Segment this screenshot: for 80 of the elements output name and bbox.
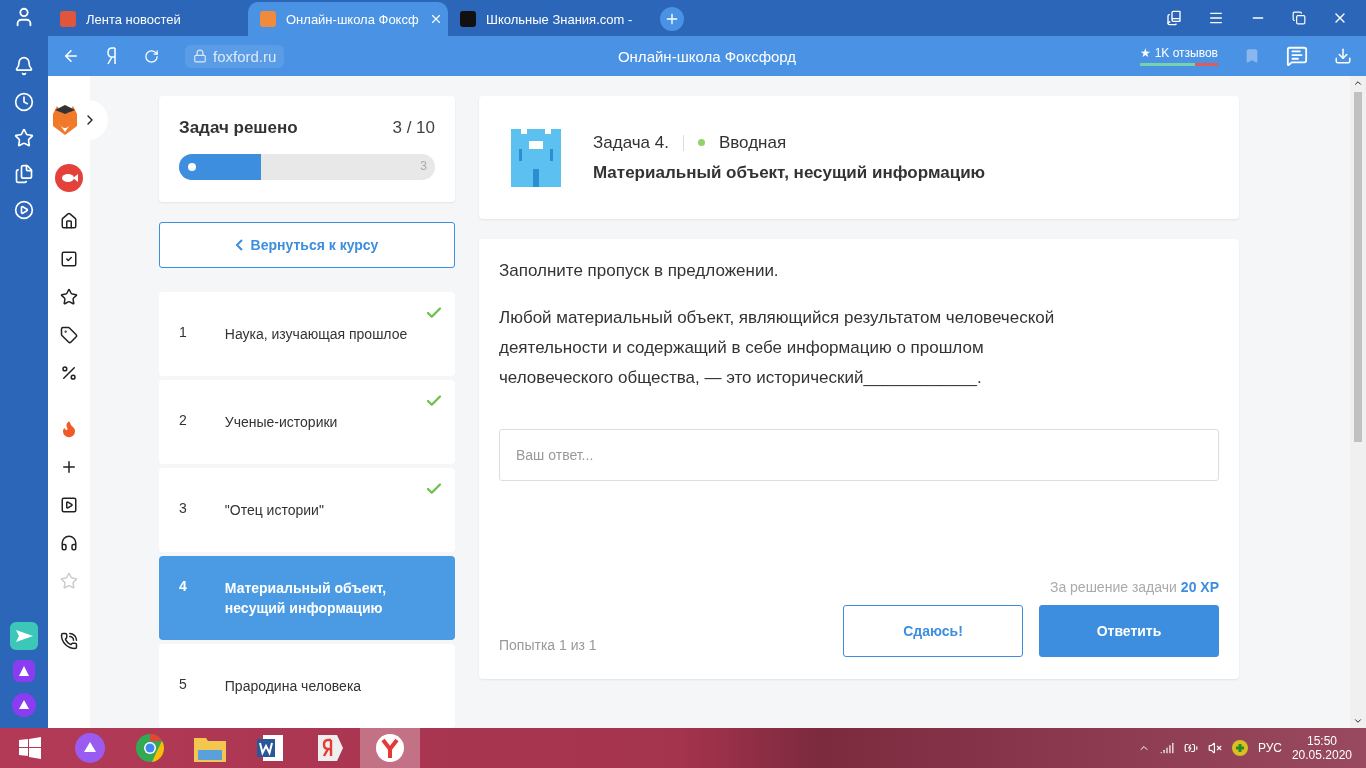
level-dot [697,139,705,146]
bookmarks-icon[interactable] [1166,10,1182,26]
bell-icon[interactable] [14,56,34,76]
chevron-left-icon [235,239,243,251]
battery-icon[interactable] [1183,741,1198,755]
task-title: Прародина человека [224,677,363,696]
scroll-down-icon[interactable] [1353,716,1363,726]
language-indicator[interactable]: РУС [1257,741,1282,755]
clock-icon[interactable] [14,92,34,112]
favicon-icon [460,11,476,27]
castle-icon [511,128,561,187]
signal-icon[interactable] [1159,741,1174,755]
progress-title: Задач решено [179,118,298,138]
instruction-text: Заполните пропуск в предложении. [499,261,780,281]
reload-icon[interactable] [144,48,159,64]
fish-icon[interactable] [55,164,83,192]
progress-handle [188,163,196,171]
tray-app-icon[interactable] [1231,740,1248,756]
checkbox-icon[interactable] [60,250,78,268]
home-icon[interactable] [60,212,78,230]
browser-tab[interactable]: Лента новостей [48,2,248,36]
fox-avatar-icon [50,104,80,136]
submit-button[interactable]: Ответить [1039,605,1219,657]
scrollbar[interactable] [1350,76,1366,728]
answer-field[interactable]: Ваш ответ... [499,429,1219,481]
clock[interactable]: 15:50 20.05.2020 [1291,734,1352,762]
video-icon[interactable] [60,496,78,514]
assistant-icon[interactable] [11,658,37,684]
star-icon[interactable] [60,288,78,306]
download-icon[interactable] [1334,47,1352,65]
play-icon[interactable] [14,200,34,220]
task-label: Задача 4. [593,132,669,153]
assistant-icon[interactable] [11,692,37,718]
task-title: Материальный объект, несущий информацию [224,579,388,618]
reviews-link[interactable]: ★ 1K отзывов [1140,46,1218,66]
favicon-icon [260,11,276,27]
plus-icon [664,11,680,27]
give-up-button[interactable]: Сдаюсь! [843,605,1023,657]
page-title: Онлайн-школа Фоксфорд [617,47,797,65]
task-title: Материальный объект, несущий информацию [593,162,986,183]
task-title: "Отец истории" [224,501,325,520]
collections-icon[interactable] [14,164,34,184]
menu-icon[interactable] [1208,10,1224,26]
scroll-up-icon[interactable] [1353,78,1363,88]
task-number: 5 [179,676,187,694]
task-list-item[interactable]: 2 Ученые-историки [159,380,455,464]
restore-icon[interactable] [1292,11,1306,25]
task-title: Ученые-историки [224,413,339,432]
task-number: 2 [179,412,187,430]
volume-muted-icon[interactable] [1207,741,1222,755]
task-list-item[interactable]: 3 "Отец истории" [159,468,455,552]
back-to-course-button[interactable]: Вернуться к курсу [159,222,455,268]
feedback-icon[interactable] [1286,45,1308,67]
favicon-icon [60,11,76,27]
task-list-item[interactable]: 1 Наука, изучающая прошлое [159,292,455,376]
new-tab-button[interactable] [660,7,684,31]
task-list-item[interactable]: 4 Материальный объект, несущий информацию [159,556,455,640]
task-number: 1 [179,324,187,342]
progress-count: 3 / 10 [392,118,435,138]
percent-icon[interactable] [60,364,78,382]
back-icon[interactable] [62,47,80,65]
task-title: Наука, изучающая прошлое [224,325,409,344]
task-number: 4 [179,578,187,596]
progress-end-label: 3 [420,159,427,173]
task-number: 3 [179,500,187,518]
tag-icon[interactable] [60,326,78,344]
windows-grid-icon [19,737,41,759]
browser-tab[interactable]: Онлайн-школа Фоксф [248,2,448,36]
question-text: Любой материальный объект, являющийся результатом человеческой деятельности и содержащий в себе информацию о прошлом человеческого общества, — это исторический____________. [499,307,1056,389]
task-level: Вводная [718,132,787,153]
attempt-counter: Попытка 1 из 1 [499,637,597,655]
flame-icon[interactable] [60,420,78,438]
send-app-icon[interactable] [10,622,38,650]
plus-icon[interactable] [60,458,78,476]
browser-tab[interactable]: Школьные Знания.com - [448,2,648,36]
task-list-item[interactable]: 5 Прародина человека [159,644,455,728]
headphones-icon[interactable] [60,534,78,552]
reward-label: За решение задачи [1049,579,1177,595]
reward-xp: 20 XP [1180,579,1219,595]
phone-icon[interactable] [60,632,78,650]
